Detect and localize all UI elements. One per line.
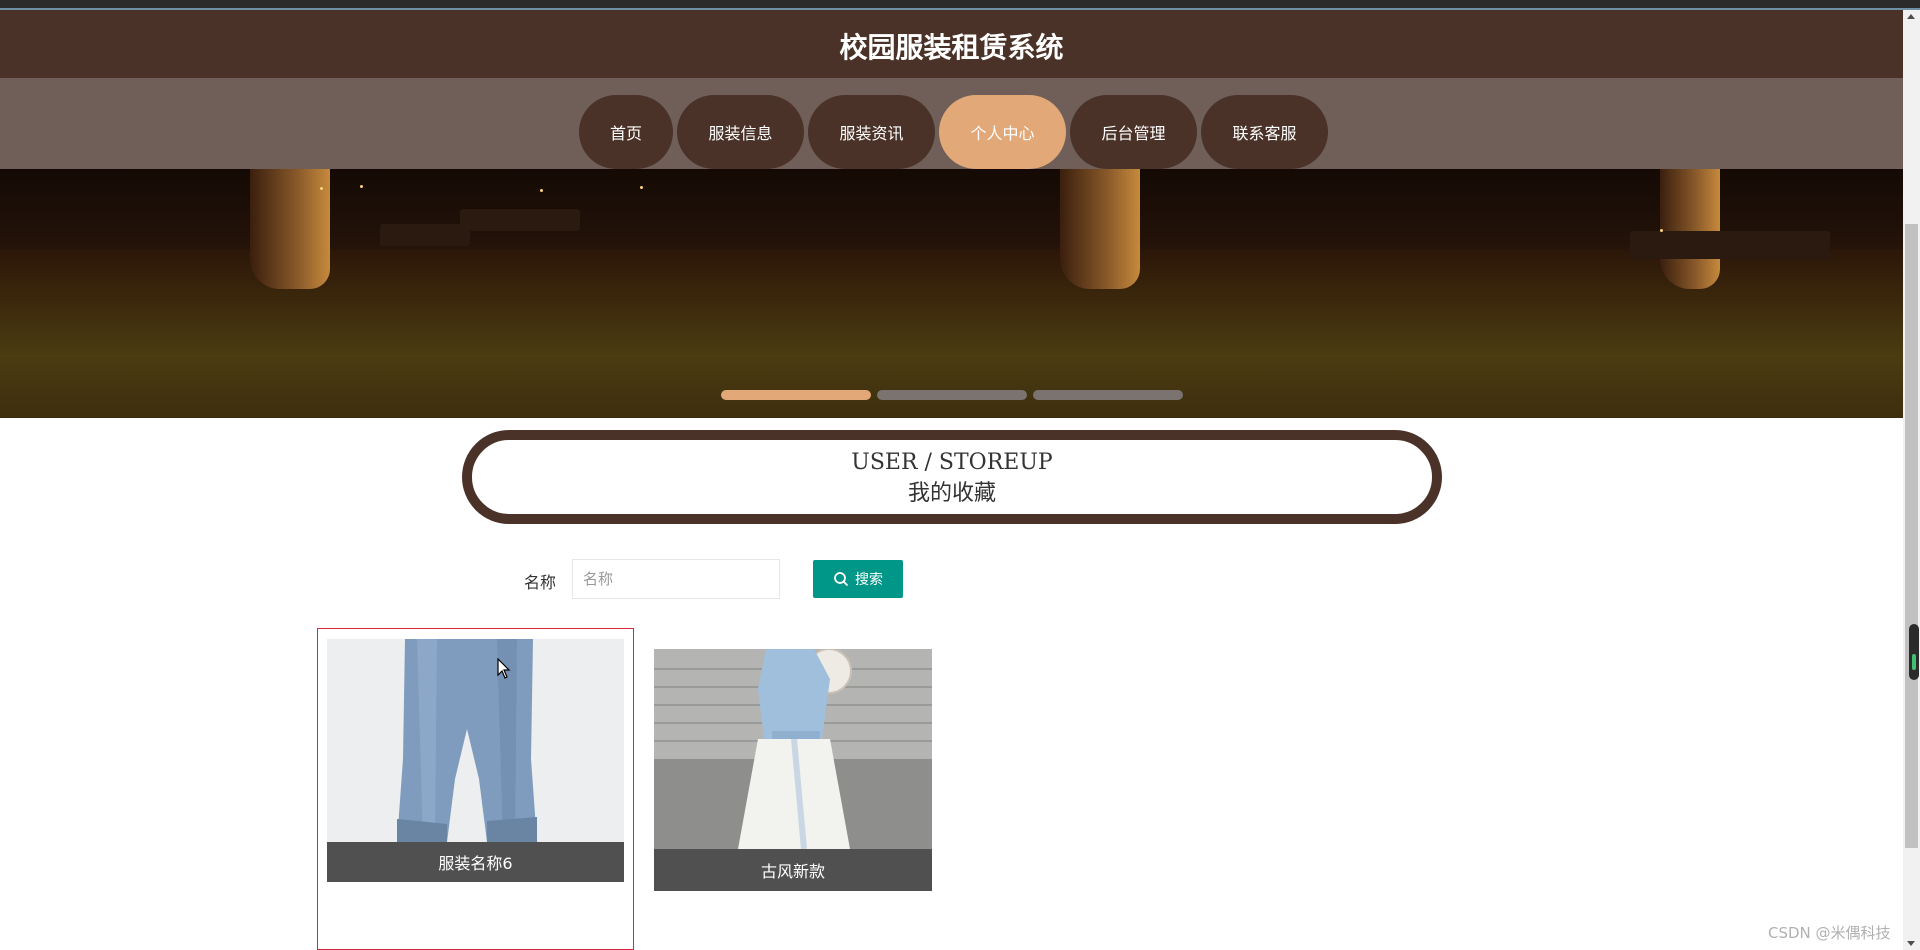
nav-item-customer-service[interactable]: 联系客服 [1201, 95, 1328, 169]
search-label: 名称 [524, 573, 557, 592]
watermark: CSDN @米偶科技 [1768, 924, 1891, 942]
search-button[interactable]: 搜索 [813, 560, 903, 598]
side-floating-widget[interactable] [1909, 624, 1919, 680]
scroll-down-icon[interactable] [1907, 941, 1915, 946]
carousel-dot[interactable] [721, 390, 871, 400]
favorite-card[interactable]: 古风新款 [654, 649, 932, 891]
search-icon [834, 572, 849, 587]
carousel-indicators [721, 390, 1183, 400]
section-title-en: USER / STOREUP [851, 450, 1053, 475]
section-title-cn: 我的收藏 [907, 481, 996, 506]
favorite-card-image [654, 649, 932, 849]
favorite-card-name: 古风新款 [654, 849, 932, 891]
search-input[interactable] [572, 559, 780, 599]
favorite-card-image [327, 639, 624, 842]
banner-carousel[interactable] [0, 169, 1903, 418]
page-scrollbar[interactable] [1903, 10, 1920, 950]
nav-item-home[interactable]: 首页 [579, 95, 673, 169]
site-title: 校园服装租赁系统 [839, 31, 1064, 64]
nav-item-clothing-info[interactable]: 服装信息 [677, 95, 804, 169]
favorite-card-name: 服装名称6 [327, 842, 624, 882]
main-nav: 首页 服装信息 服装资讯 个人中心 后台管理 联系客服 [0, 78, 1903, 169]
mouse-cursor-icon [497, 658, 511, 679]
carousel-dot[interactable] [1033, 390, 1183, 400]
carousel-dot[interactable] [877, 390, 1027, 400]
nav-item-admin[interactable]: 后台管理 [1070, 95, 1197, 169]
scroll-up-icon[interactable] [1907, 14, 1915, 19]
section-title-box: USER / STOREUP 我的收藏 [462, 430, 1442, 524]
search-button-label: 搜索 [855, 572, 883, 588]
scrollbar-thumb[interactable] [1905, 224, 1918, 848]
browser-top-edge [0, 0, 1920, 10]
favorite-card[interactable]: 服装名称6 [327, 639, 624, 882]
nav-item-personal-center[interactable]: 个人中心 [939, 95, 1066, 169]
site-header: 校园服装租赁系统 [0, 10, 1903, 78]
nav-item-clothing-news[interactable]: 服装资讯 [808, 95, 935, 169]
